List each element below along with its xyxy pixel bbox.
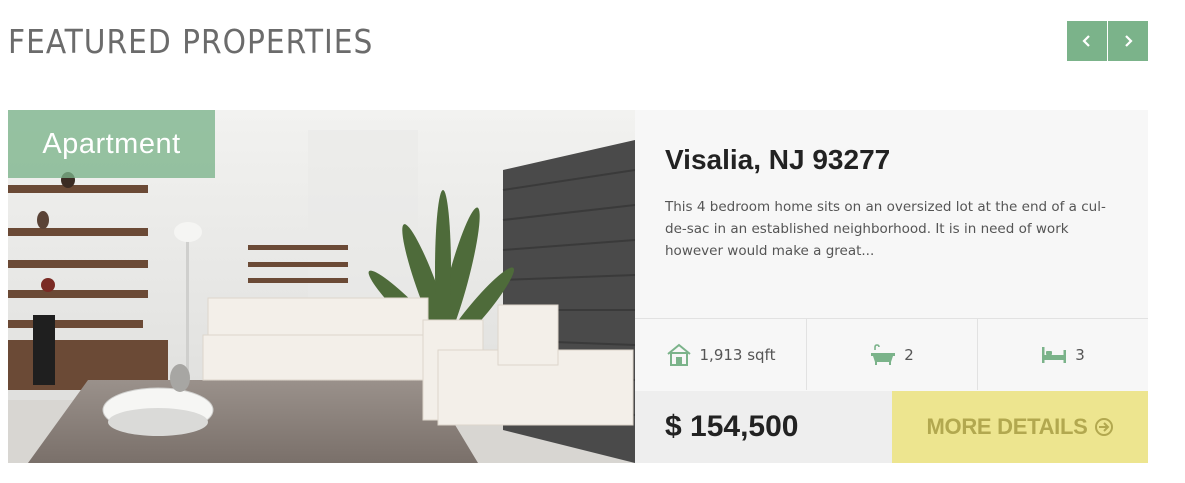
stat-area: 1,913 sqft	[635, 319, 806, 390]
section-title: FEATURED PROPERTIES	[8, 22, 374, 61]
stat-beds: 3	[977, 319, 1148, 390]
more-details-button[interactable]: MORE DETAILS	[892, 391, 1148, 463]
property-stats: 1,913 sqft 2 3	[635, 318, 1148, 390]
property-description: This 4 bedroom home sits on an oversized…	[665, 199, 1106, 259]
property-photo[interactable]: Apartment	[8, 110, 635, 463]
carousel-nav	[1067, 21, 1148, 61]
chevron-right-icon	[1125, 35, 1133, 47]
bathtub-icon	[870, 343, 896, 366]
house-icon	[666, 343, 692, 367]
property-card: Apartment Visalia, NJ 93277 This 4 bedro…	[8, 110, 1148, 463]
chevron-left-icon	[1082, 35, 1090, 47]
circle-arrow-right-icon	[1094, 417, 1114, 437]
property-type-badge: Apartment	[8, 110, 215, 178]
property-info: Visalia, NJ 93277 This 4 bedroom home si…	[635, 110, 1148, 463]
stat-baths-value: 2	[904, 345, 914, 364]
next-button[interactable]	[1108, 21, 1148, 61]
property-summary: Visalia, NJ 93277 This 4 bedroom home si…	[635, 110, 1148, 318]
more-details-label: MORE DETAILS	[926, 414, 1088, 439]
stat-baths: 2	[806, 319, 977, 390]
price-bar: $ 154,500 MORE DETAILS	[635, 391, 1148, 463]
property-price: $ 154,500	[635, 391, 892, 463]
stat-beds-value: 3	[1075, 345, 1085, 364]
property-title[interactable]: Visalia, NJ 93277	[665, 144, 890, 176]
stat-area-value: 1,913 sqft	[699, 345, 776, 364]
bed-icon	[1041, 345, 1067, 365]
prev-button[interactable]	[1067, 21, 1107, 61]
